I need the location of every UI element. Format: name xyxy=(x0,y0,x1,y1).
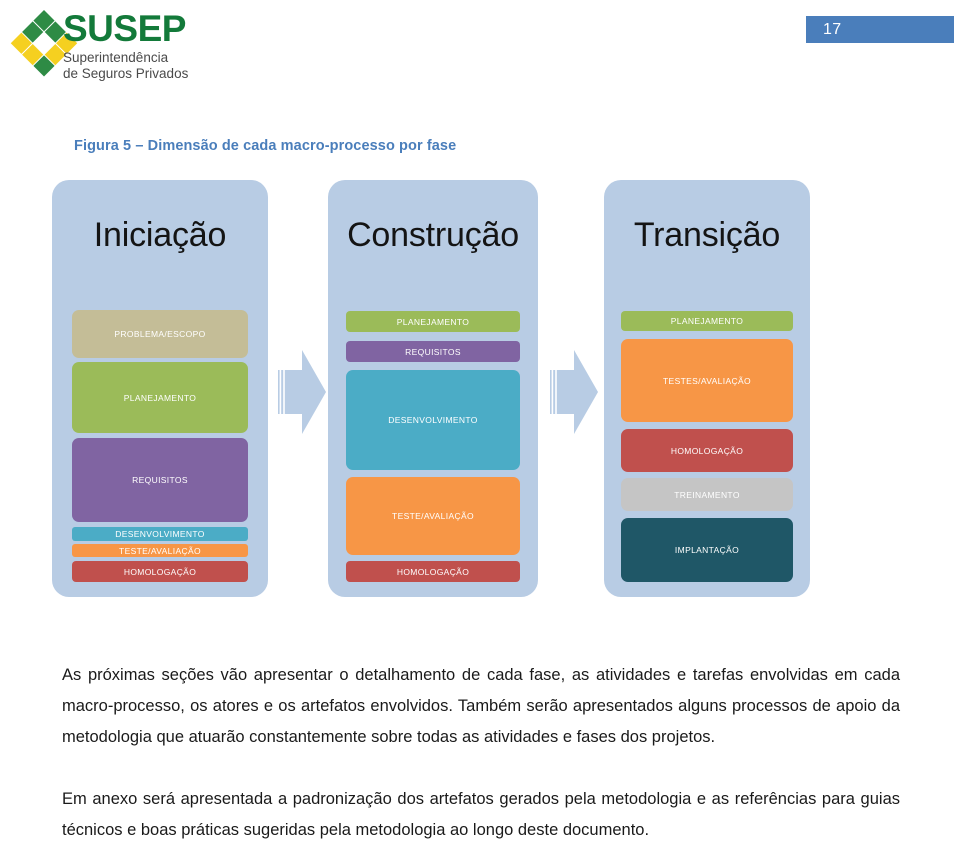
process-label: HOMOLOGAÇÃO xyxy=(123,566,197,577)
process-box-planejamento: PLANEJAMENTO xyxy=(346,311,520,332)
flow-arrow-1-icon xyxy=(276,348,328,436)
process-label: REQUISITOS xyxy=(405,346,461,357)
phase-title-construcao: Construção xyxy=(347,216,519,254)
process-label: TESTE/AVALIAÇÃO xyxy=(392,511,474,521)
macro-process-diagram: Iniciação PROBLEMA/ESCOPO PLANEJAMENTO R… xyxy=(0,170,960,610)
process-label: DESENVOLVIMENTO xyxy=(115,529,205,539)
process-box-implantacao: IMPLANTAÇÃO xyxy=(621,518,793,582)
page-header: SUSEP Superintendência de Seguros Privad… xyxy=(0,0,960,95)
phase-title-transicao: Transição xyxy=(633,216,781,254)
process-box-homologacao: HOMOLOGAÇÃO xyxy=(346,561,520,582)
process-label: TESTE/AVALIAÇÃO xyxy=(119,545,201,556)
logo-wordmark: SUSEP xyxy=(63,8,186,49)
process-box-treinamento: TREINAMENTO xyxy=(621,478,793,511)
process-label: DESENVOLVIMENTO xyxy=(388,415,478,425)
process-label: PROBLEMA/ESCOPO xyxy=(114,329,206,339)
phase-panel-iniciacao: Iniciação PROBLEMA/ESCOPO PLANEJAMENTO R… xyxy=(52,180,268,597)
body-paragraph-1: As próximas seções vão apresentar o deta… xyxy=(62,666,900,746)
process-box-teste-avaliacao: TESTE/AVALIAÇÃO xyxy=(346,477,520,555)
process-box-planejamento: PLANEJAMENTO xyxy=(72,362,248,433)
flow-arrow-2-icon xyxy=(548,348,600,436)
process-box-homologacao: HOMOLOGAÇÃO xyxy=(621,429,793,472)
process-box-planejamento: PLANEJAMENTO xyxy=(621,311,793,331)
phase-panel-transicao: Transição PLANEJAMENTO TESTES/AVALIAÇÃO … xyxy=(604,180,810,597)
logo-text-block: SUSEP Superintendência de Seguros Privad… xyxy=(63,10,188,81)
process-label: IMPLANTAÇÃO xyxy=(674,545,740,555)
process-box-testes-avaliacao: TESTES/AVALIAÇÃO xyxy=(621,339,793,422)
process-box-requisitos: REQUISITOS xyxy=(346,341,520,362)
susep-logo: SUSEP Superintendência de Seguros Privad… xyxy=(8,6,228,86)
process-label: PLANEJAMENTO xyxy=(123,392,197,403)
process-box-requisitos: REQUISITOS xyxy=(72,438,248,522)
process-label: REQUISITOS xyxy=(132,475,188,485)
phase-title-iniciacao: Iniciação xyxy=(93,216,227,254)
page-number-badge: 17 xyxy=(806,16,954,43)
process-label: TREINAMENTO xyxy=(674,489,740,500)
process-label: HOMOLOGAÇÃO xyxy=(670,445,744,456)
process-label: HOMOLOGAÇÃO xyxy=(396,566,470,577)
process-box-homologacao: HOMOLOGAÇÃO xyxy=(72,561,248,582)
process-box-desenvolvimento: DESENVOLVIMENTO xyxy=(72,527,248,541)
process-box-problema-escopo: PROBLEMA/ESCOPO xyxy=(72,310,248,358)
phase-panel-construcao: Construção PLANEJAMENTO REQUISITOS DESEN… xyxy=(328,180,538,597)
logo-subtitle: Superintendência de Seguros Privados xyxy=(63,50,189,81)
process-label: PLANEJAMENTO xyxy=(396,316,470,327)
body-paragraph-2: Em anexo será apresentada a padronização… xyxy=(62,790,900,839)
figure-caption: Figura 5 – Dimensão de cada macro-proces… xyxy=(74,138,457,154)
process-box-teste-avaliacao: TESTE/AVALIAÇÃO xyxy=(72,544,248,557)
process-box-desenvolvimento: DESENVOLVIMENTO xyxy=(346,370,520,470)
process-label: TESTES/AVALIAÇÃO xyxy=(663,375,751,386)
process-label: PLANEJAMENTO xyxy=(670,316,744,326)
